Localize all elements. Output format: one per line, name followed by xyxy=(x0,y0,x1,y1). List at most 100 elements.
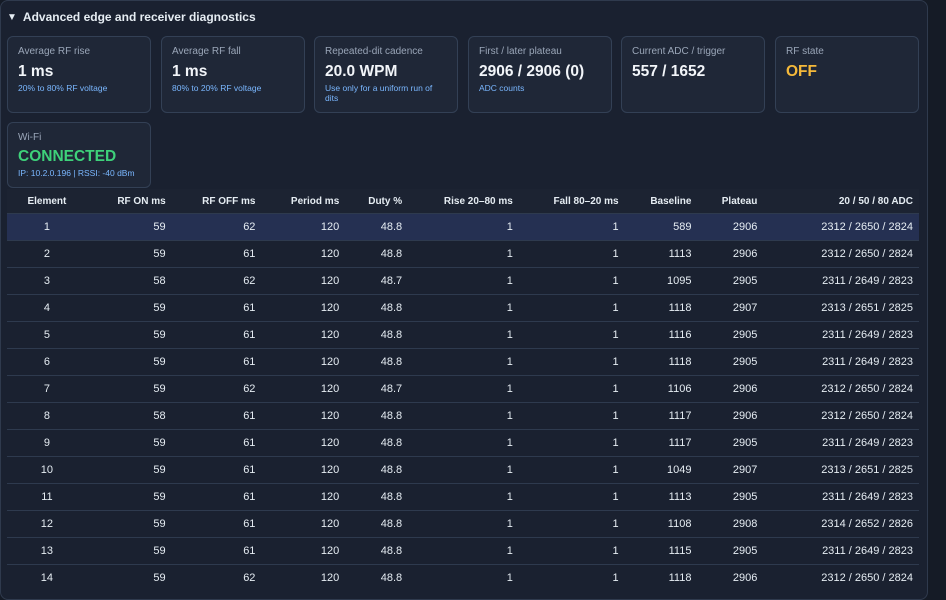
table-cell: 2314 / 2652 / 2826 xyxy=(757,510,919,538)
col-header: Plateau xyxy=(691,189,758,214)
card-subtext: 20% to 80% RF voltage xyxy=(18,83,108,93)
table-cell: 48.8 xyxy=(339,402,403,430)
table-row[interactable]: 4 59 61 120 48.8 1 1 1118 2907 2313 / 2651 / 2825 xyxy=(7,294,919,322)
table-cell: 1 xyxy=(512,564,619,591)
card-value: 20.0 WPM xyxy=(325,63,398,80)
table-row[interactable]: 6 59 61 120 48.8 1 1 1118 2905 2311 / 2649 / 2823 xyxy=(7,348,919,376)
table-cell: 59 xyxy=(86,294,166,322)
table-cell: 1 xyxy=(402,375,513,403)
card-subtext: Use only for a uniform run of dits xyxy=(325,83,433,103)
table-cell: 120 xyxy=(255,537,340,565)
col-header: Period ms xyxy=(255,189,340,214)
scrollbar[interactable] xyxy=(930,0,946,589)
table-cell: 1 xyxy=(512,483,619,511)
table-cell: 1 xyxy=(512,294,619,322)
col-header: Rise 20–80 ms xyxy=(402,189,513,214)
table-cell: 58 xyxy=(86,402,166,430)
card-value: 1 ms xyxy=(172,63,208,80)
table-row[interactable]: 1 59 62 120 48.8 1 1 589 2906 2312 / 2650 / 2824 xyxy=(7,213,919,241)
table-cell: 1118 xyxy=(618,348,692,376)
table-row[interactable]: 5 59 61 120 48.8 1 1 1116 2905 2311 / 2649 / 2823 xyxy=(7,321,919,349)
table-cell: 10 xyxy=(7,456,87,484)
table-cell: 5 xyxy=(7,321,87,349)
table-cell: 1 xyxy=(512,510,619,538)
table-cell: 1 xyxy=(512,240,619,268)
table-row[interactable]: 9 59 61 120 48.8 1 1 1117 2905 2311 / 2649 / 2823 xyxy=(7,429,919,457)
rf-state-value: OFF xyxy=(786,63,817,80)
table-cell: 2905 xyxy=(691,321,758,349)
col-header: Fall 80–20 ms xyxy=(512,189,619,214)
table-cell: 120 xyxy=(255,483,340,511)
table-cell: 120 xyxy=(255,294,340,322)
table-row[interactable]: 8 58 61 120 48.8 1 1 1117 2906 2312 / 2650 / 2824 xyxy=(7,402,919,430)
table-cell: 59 xyxy=(86,348,166,376)
table-cell: 1 xyxy=(512,429,619,457)
table-cell: 48.8 xyxy=(339,294,403,322)
table-cell: 1 xyxy=(402,483,513,511)
table-cell: 120 xyxy=(255,429,340,457)
table-cell: 59 xyxy=(86,510,166,538)
table-cell: 1117 xyxy=(618,429,692,457)
table-row[interactable]: 14 59 62 120 48.8 1 1 1118 2906 2312 / 2650 / 282… xyxy=(7,564,919,591)
card-label: First / later plateau xyxy=(479,46,562,57)
table-cell: 59 xyxy=(86,240,166,268)
card-label: Average RF fall xyxy=(172,46,241,57)
table-cell: 120 xyxy=(255,240,340,268)
col-header: Baseline xyxy=(618,189,692,214)
table-cell: 1 xyxy=(512,375,619,403)
table-cell: 9 xyxy=(7,429,87,457)
table-cell: 1116 xyxy=(618,321,692,349)
diagnostics-toggle[interactable]: ▼ Advanced edge and receiver diagnostics xyxy=(7,10,256,24)
table-cell: 2313 / 2651 / 2825 xyxy=(757,294,919,322)
col-header: Element xyxy=(7,189,87,214)
table-cell: 2 xyxy=(7,240,87,268)
card-rf-state: RF state OFF xyxy=(775,36,919,113)
table-cell: 1 xyxy=(402,510,513,538)
table-row[interactable]: 13 59 61 120 48.8 1 1 1115 2905 2311 / 2649 / 282… xyxy=(7,537,919,565)
table-cell: 2907 xyxy=(691,294,758,322)
table-cell: 2311 / 2649 / 2823 xyxy=(757,429,919,457)
table-cell: 59 xyxy=(86,564,166,591)
table-cell: 2312 / 2650 / 2824 xyxy=(757,375,919,403)
table-row[interactable]: 12 59 61 120 48.8 1 1 1108 2908 2314 / 2652 / 282… xyxy=(7,510,919,538)
table-row[interactable]: 3 58 62 120 48.7 1 1 1095 2905 2311 / 2649 / 2823 xyxy=(7,267,919,295)
table-cell: 1 xyxy=(402,267,513,295)
table-cell: 48.8 xyxy=(339,213,403,241)
section-title: Advanced edge and receiver diagnostics xyxy=(22,10,256,24)
table-cell: 120 xyxy=(255,321,340,349)
table-cell: 48.8 xyxy=(339,240,403,268)
table-row[interactable]: 2 59 61 120 48.8 1 1 1113 2906 2312 / 2650 / 2824 xyxy=(7,240,919,268)
table-cell: 59 xyxy=(86,213,166,241)
card-current-adc-trigger: Current ADC / trigger 557 / 1652 xyxy=(621,36,765,113)
table-cell: 2311 / 2649 / 2823 xyxy=(757,483,919,511)
wifi-status-value: CONNECTED xyxy=(18,148,117,165)
card-repeated-dit-cadence: Repeated-dit cadence 20.0 WPM Use only f… xyxy=(314,36,458,113)
card-label: Average RF rise xyxy=(18,46,91,57)
table-row[interactable]: 10 59 61 120 48.8 1 1 1049 2907 2313 / 2651 / 282… xyxy=(7,456,919,484)
table-cell: 13 xyxy=(7,537,87,565)
table-row[interactable]: 11 59 61 120 48.8 1 1 1113 2905 2311 / 2649 / 282… xyxy=(7,483,919,511)
table-cell: 61 xyxy=(165,294,256,322)
table-cell: 59 xyxy=(86,456,166,484)
table-cell: 61 xyxy=(165,510,256,538)
table-cell: 1095 xyxy=(618,267,692,295)
table-cell: 120 xyxy=(255,348,340,376)
table-cell: 8 xyxy=(7,402,87,430)
table-cell: 2312 / 2650 / 2824 xyxy=(757,213,919,241)
table-row[interactable]: 7 59 62 120 48.7 1 1 1106 2906 2312 / 2650 / 2824 xyxy=(7,375,919,403)
table-cell: 1118 xyxy=(618,564,692,591)
table-cell: 1 xyxy=(512,321,619,349)
table-cell: 120 xyxy=(255,213,340,241)
table-cell: 2311 / 2649 / 2823 xyxy=(757,321,919,349)
table-cell: 2313 / 2651 / 2825 xyxy=(757,456,919,484)
table-cell: 48.8 xyxy=(339,564,403,591)
card-value: 557 / 1652 xyxy=(632,63,706,80)
table-cell: 1 xyxy=(402,213,513,241)
table-cell: 1 xyxy=(402,321,513,349)
wifi-ip-rssi: IP: 10.2.0.196 | RSSI: -40 dBm xyxy=(18,168,135,178)
table-cell: 2905 xyxy=(691,429,758,457)
table-cell: 2905 xyxy=(691,267,758,295)
table-cell: 61 xyxy=(165,537,256,565)
table-cell: 61 xyxy=(165,321,256,349)
table-cell: 59 xyxy=(86,321,166,349)
